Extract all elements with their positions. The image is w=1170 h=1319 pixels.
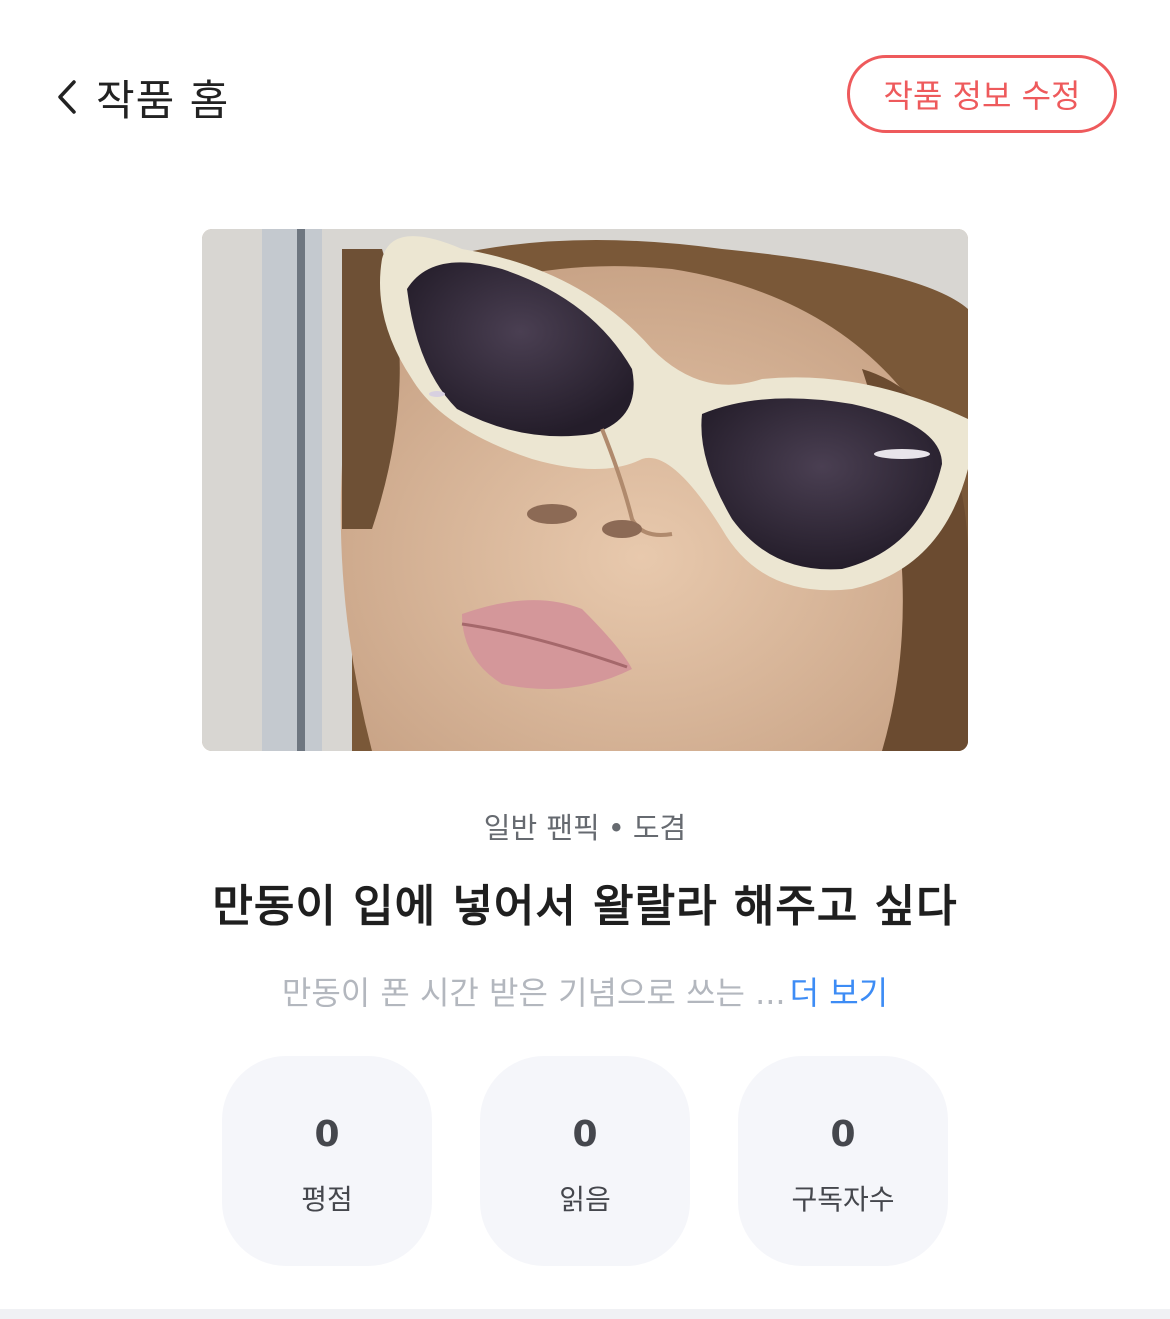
separator-dot: • — [607, 811, 625, 845]
page-title: 작품 홈 — [96, 75, 230, 125]
stat-label: 구독자수 — [791, 1183, 895, 1216]
stat-subscribers: 0 구독자수 — [738, 1056, 948, 1266]
top-header: 작품 홈 작품 정보 수정 — [0, 0, 1170, 190]
stat-label: 읽음 — [559, 1183, 611, 1216]
work-description: 만동이 폰 시간 받은 기념으로 쓰는 ... 더 보기 — [0, 968, 1170, 1014]
chevron-left-icon — [52, 77, 82, 117]
stat-rating: 0 평점 — [222, 1056, 432, 1266]
stat-value: 0 — [314, 1114, 340, 1155]
stat-value: 0 — [572, 1114, 598, 1155]
section-divider — [0, 1309, 1170, 1319]
stat-reads: 0 읽음 — [480, 1056, 690, 1266]
cover-image — [202, 229, 968, 751]
work-title: 만동이 입에 넣어서 왈랄라 해주고 싶다 — [212, 881, 958, 932]
stat-value: 0 — [830, 1114, 856, 1155]
description-text: 만동이 폰 시간 받은 기념으로 쓰는 ... — [281, 974, 786, 1012]
edit-work-info-button[interactable]: 작품 정보 수정 — [847, 55, 1117, 133]
stat-label: 평점 — [301, 1183, 353, 1216]
work-meta: 일반 팬픽 • 도겸 — [0, 805, 1170, 847]
category-label: 일반 팬픽 — [483, 811, 600, 845]
more-link[interactable]: 더 보기 — [790, 974, 889, 1012]
tag-label[interactable]: 도겸 — [633, 811, 686, 845]
back-button[interactable]: 작품 홈 — [52, 62, 229, 132]
